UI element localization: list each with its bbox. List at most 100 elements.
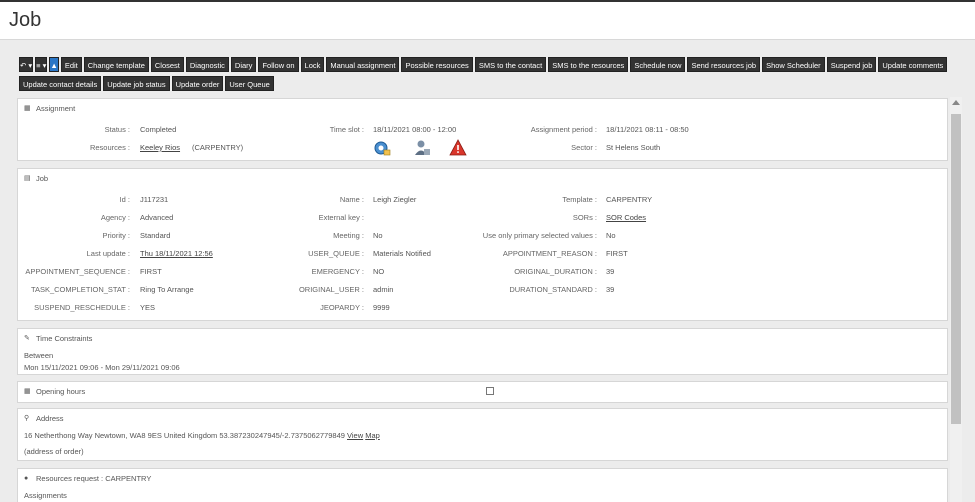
toolbar-button-possible-resources[interactable]: Possible resources	[401, 57, 473, 72]
toolbar-button-diagnostic[interactable]: Diagnostic	[185, 57, 229, 72]
assignment-panel: ▦ Assignment Status : Completed Resource…	[17, 98, 948, 161]
resource-link[interactable]: Keeley Rios	[140, 143, 180, 152]
toolbar-button-update-comments[interactable]: Update comments	[878, 57, 948, 72]
calendar-icon: ▦	[24, 105, 31, 112]
address-order-note: (address of order)	[24, 447, 84, 456]
warning-button[interactable]: ▲	[49, 57, 59, 72]
job-icon: ▤	[24, 175, 31, 182]
jeopardy-label: JEOPARDY :	[320, 303, 364, 312]
resource-skill: (CARPENTRY)	[192, 143, 244, 152]
id-value: J117231	[140, 195, 169, 204]
orig-duration-label: ORIGINAL_DURATION :	[514, 267, 597, 276]
toolbar-button-follow-on[interactable]: Follow on	[258, 57, 299, 72]
address-line: 16 Netherthong Way Newtown, WA8 9ES Unit…	[24, 431, 380, 440]
toolbar-button-update-order[interactable]: Update order	[171, 76, 224, 91]
agency-label: Agency :	[100, 213, 130, 222]
emergency-value: NO	[373, 267, 385, 276]
priority-value: Standard	[140, 231, 171, 240]
agency-value: Advanced	[140, 213, 174, 222]
toolbar-button-update-job-status[interactable]: Update job status	[103, 76, 170, 91]
toolbar-button-show-scheduler[interactable]: Show Scheduler	[762, 57, 825, 72]
between-label: Between	[24, 351, 54, 360]
job-panel: ▤ Job Id : J117231 Agency : Advanced Pri…	[17, 168, 948, 321]
toolbar-button-closest[interactable]: Closest	[150, 57, 184, 72]
job-content: ▦ Assignment Status : Completed Resource…	[17, 96, 948, 502]
last-update-link[interactable]: Thu 18/11/2021 12:56	[140, 249, 213, 258]
timeslot-label: Time slot :	[329, 125, 364, 134]
orig-user-label: ORIGINAL_USER :	[298, 285, 364, 294]
period-value: 18/11/2021 08:11 - 08:50	[606, 125, 689, 134]
template-label: Template :	[562, 195, 597, 204]
toolbar-button-send-resources-job[interactable]: Send resources job	[687, 57, 761, 72]
appt-reason-value: FIRST	[606, 249, 628, 258]
appt-seq-label: APPOINTMENT_SEQUENCE :	[25, 267, 130, 276]
scroll-thumb[interactable]	[951, 114, 961, 424]
period-label: Assignment period :	[530, 125, 597, 134]
duration-std-value: 39	[606, 285, 615, 294]
calendar-icon: ▦	[24, 388, 31, 395]
toolbar-button-sms-to-the-contact[interactable]: SMS to the contact	[474, 57, 547, 72]
user-icon[interactable]	[413, 139, 431, 156]
view-link[interactable]: View	[347, 431, 363, 440]
toolbar-row-2: Update contact details Update job status U…	[19, 76, 939, 91]
sors-label: SORs :	[572, 213, 597, 222]
time-range: Mon 15/11/2021 09:06 - Mon 29/11/2021 09…	[24, 363, 180, 372]
emergency-label: EMERGENCY :	[311, 267, 364, 276]
sector-value: St Helens South	[606, 143, 661, 152]
status-value: Completed	[140, 125, 177, 134]
priority-label: Priority :	[102, 231, 130, 240]
suspend-label: SUSPEND_RESCHEDULE :	[34, 303, 130, 312]
toolbar-button-change-template[interactable]: Change template	[83, 57, 149, 72]
page-title: Job	[9, 9, 42, 31]
user-queue-value: Materials Notified	[373, 249, 431, 258]
opening-hours-checkbox[interactable]	[486, 387, 494, 395]
warning-icon: ▲	[50, 61, 58, 70]
time-constraints-panel: ✎ Time Constraints Between Mon 15/11/202…	[17, 328, 948, 375]
title-bar: Job	[0, 0, 975, 40]
task-comp-value: Ring To Arrange	[140, 285, 194, 294]
task-comp-label: TASK_COMPLETION_STAT :	[30, 285, 130, 294]
resources-request-panel: ● Resources request : CARPENTRY Assignme…	[17, 468, 948, 502]
toolbar-button-update-contact-details[interactable]: Update contact details	[19, 76, 102, 91]
toolbar-button-edit[interactable]: Edit	[60, 57, 82, 72]
address-header: ⚲ Address	[24, 414, 64, 423]
status-label: Status :	[104, 125, 130, 134]
toolbar-button-manual-assignment[interactable]: Manual assignment	[326, 57, 400, 72]
vertical-scrollbar[interactable]	[950, 97, 962, 502]
toolbar-button-diary[interactable]: Diary	[230, 57, 257, 72]
orig-user-value: admin	[373, 285, 394, 294]
toolbar: ↶ ▾ ≡ ▾ ▲ Edit Change template Closest Diag…	[19, 57, 948, 95]
jeopardy-value: 9999	[373, 303, 390, 312]
toolbar-button-schedule-now[interactable]: Schedule now	[630, 57, 686, 72]
appt-seq-value: FIRST	[140, 267, 162, 276]
undo-icon: ↶ ▾	[20, 61, 33, 70]
sors-link[interactable]: SOR Codes	[606, 213, 646, 222]
pencil-icon: ✎	[24, 335, 30, 342]
toolbar-button-suspend-job[interactable]: Suspend job	[826, 57, 877, 72]
map-locate-icon[interactable]	[373, 139, 391, 156]
resources-label: Resources :	[89, 143, 130, 152]
orig-duration-value: 39	[606, 267, 615, 276]
alert-icon[interactable]	[449, 139, 467, 156]
primary-label: Use only primary selected values :	[482, 231, 597, 240]
opening-hours-panel: ▦ Opening hours	[17, 381, 948, 403]
toolbar-button-sms-to-the-resources[interactable]: SMS to the resources	[548, 57, 629, 72]
undo-dropdown-button[interactable]: ↶ ▾	[19, 57, 34, 72]
meeting-value: No	[373, 231, 383, 240]
toolbar-button-user-queue[interactable]: User Queue	[225, 76, 274, 91]
assignment-header: ▦ Assignment	[24, 104, 76, 113]
name-label: Name :	[339, 195, 364, 204]
resources-request-header: ● Resources request : CARPENTRY	[24, 474, 152, 483]
toolbar-row-1: ↶ ▾ ≡ ▾ ▲ Edit Change template Closest Diag…	[19, 57, 948, 72]
time-constraints-header: ✎ Time Constraints	[24, 334, 93, 343]
toolbar-button-lock[interactable]: Lock	[300, 57, 325, 72]
address-panel: ⚲ Address 16 Netherthong Way Newtown, WA…	[17, 408, 948, 461]
map-link[interactable]: Map	[365, 431, 380, 440]
menu-icon: ≡ ▾	[36, 61, 47, 70]
scroll-up-arrow[interactable]	[952, 100, 960, 105]
menu-dropdown-button[interactable]: ≡ ▾	[35, 57, 48, 72]
location-pin-icon: ⚲	[24, 415, 30, 422]
user-queue-label: USER_QUEUE :	[308, 249, 364, 258]
extkey-label: External key :	[318, 213, 364, 222]
name-value: Leigh Ziegler	[373, 195, 417, 204]
